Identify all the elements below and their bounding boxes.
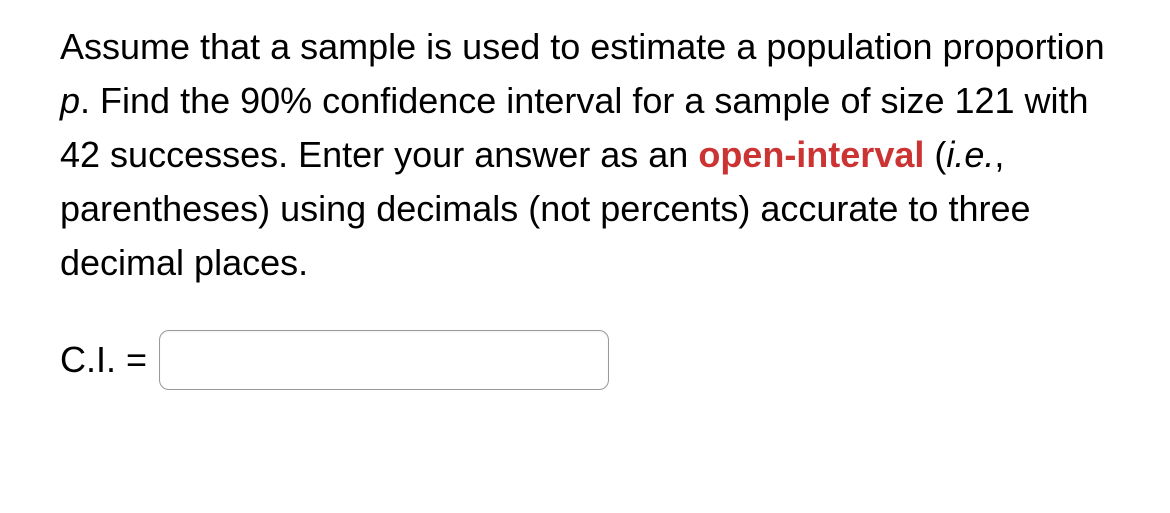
emphasis-open-interval: open-interval: [698, 134, 924, 175]
ci-input[interactable]: [159, 330, 609, 390]
variable-p: p: [60, 80, 80, 121]
answer-row: C.I. =: [60, 330, 1110, 390]
question-part3: (: [924, 134, 946, 175]
question-text: Assume that a sample is used to estimate…: [60, 20, 1110, 290]
question-part1: Assume that a sample is used to estimate…: [60, 26, 1105, 67]
ci-label: C.I. =: [60, 333, 147, 387]
italic-ie: i.e.: [946, 134, 994, 175]
